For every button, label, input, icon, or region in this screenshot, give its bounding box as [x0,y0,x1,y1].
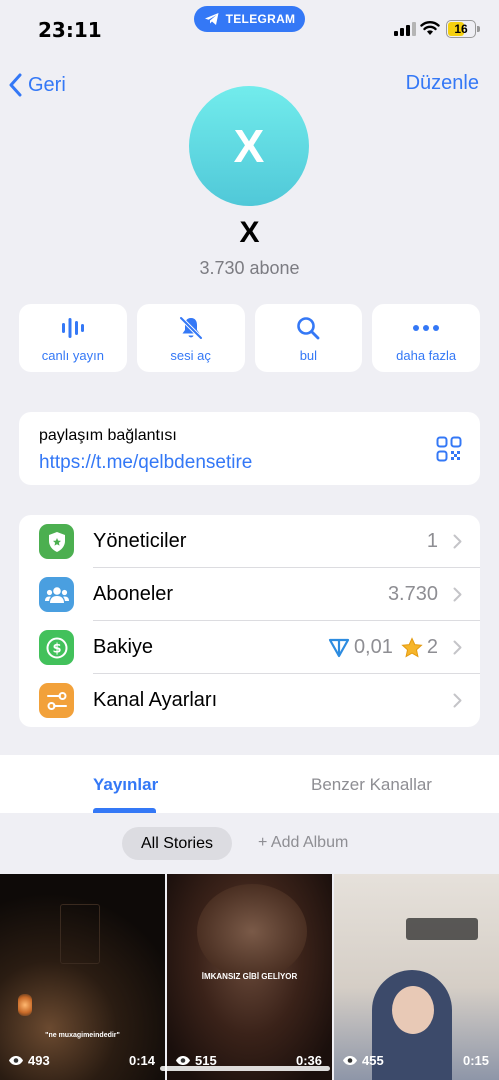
video-duration: 0:14 [128,1053,155,1068]
telegram-pill-label: TELEGRAM [225,12,296,26]
ton-balance: 0,01 [353,636,393,658]
battery-icon: 16 [446,20,480,38]
people-icon [39,577,74,612]
svg-text:$: $ [52,641,61,656]
back-label: Geri [28,73,66,96]
channel-avatar[interactable]: X [189,86,309,206]
video-duration: 0:15 [462,1053,489,1068]
media-grid: "ne muxagimeindedir" 493 0:14 İMKANSIZ G… [0,874,499,1080]
media-thumbnail[interactable]: "ne muxagimeindedir" 493 0:14 [0,874,165,1080]
menu-channel-settings[interactable]: Kanal Ayarları [19,674,480,727]
dollar-coin-icon: $ [39,630,74,665]
eye-icon [9,1056,23,1065]
media-thumbnail[interactable]: İMKANSIZ GİBİ GELİYOR 515 0:36 [167,874,332,1080]
balance-values: 0,01 2 [328,636,438,659]
battery-level: 16 [454,22,468,36]
add-album-button[interactable]: + Add Album [258,834,348,852]
status-bar: 23:11 TELEGRAM 16 [0,0,499,60]
share-link-url[interactable]: https://t.me/qelbdensetire [39,452,252,474]
action-buttons: canlı yayın sesi aç bul daha fazla [19,304,480,372]
home-indicator[interactable] [160,1066,330,1071]
tab-similar-channels[interactable]: Benzer Kanallar [311,775,432,795]
cellular-signal-icon [394,22,416,36]
media-thumbnail[interactable]: 455 0:15 [334,874,499,1080]
live-stream-icon [61,317,84,338]
live-stream-button[interactable]: canlı yayın [19,304,127,372]
wifi-icon [420,21,440,35]
star-icon [401,636,423,657]
more-label: daha fazla [396,347,457,363]
more-button[interactable]: daha fazla [372,304,480,372]
back-button[interactable]: Geri [8,70,66,100]
admins-label: Yöneticiler [93,530,187,552]
channel-name: X [239,216,260,249]
unmute-label: sesi aç [170,347,211,363]
search-icon [297,316,320,339]
chevron-right-icon [453,640,462,655]
admins-count: 1 [426,530,438,552]
more-icon [413,324,440,331]
channel-menu: Yöneticiler 1 Aboneler 3.730 $ Bakiye 0,… [19,515,480,727]
eye-icon [176,1056,190,1065]
subscribers-value: 3.730 [387,583,438,605]
all-stories-chip[interactable]: All Stories [122,827,232,860]
content-tabs: Yayınlar Benzer Kanallar [0,755,499,813]
stories-filter-bar: All Stories + Add Album [0,813,499,874]
subscriber-count: 3.730 abone [199,258,300,278]
status-time: 23:11 [38,18,102,42]
live-stream-label: canlı yayın [41,347,104,363]
chevron-right-icon [453,534,462,549]
tab-posts[interactable]: Yayınlar [93,775,158,795]
chevron-left-icon [9,73,22,97]
view-count: 493 [8,1053,50,1068]
search-label: bul [299,347,318,363]
chevron-right-icon [453,587,462,602]
menu-admins[interactable]: Yöneticiler 1 [19,515,480,568]
qr-code-icon[interactable] [436,436,462,462]
media-caption: İMKANSIZ GİBİ GELİYOR [201,972,298,981]
admin-shield-icon [39,524,74,559]
stars-balance: 2 [426,636,438,658]
media-caption: "ne muxagimeindedir" [45,1032,120,1039]
telegram-pill[interactable]: TELEGRAM [194,6,305,32]
balance-label: Bakiye [93,636,154,658]
channel-settings-label: Kanal Ayarları [93,689,218,711]
view-count-value: 455 [362,1053,384,1068]
bell-muted-icon [179,316,203,339]
share-link-card: paylaşım bağlantısı https://t.me/qelbden… [19,412,480,485]
unmute-button[interactable]: sesi aç [136,304,245,372]
menu-balance[interactable]: $ Bakiye 0,01 2 [19,621,480,674]
view-count: 455 [342,1053,384,1068]
telegram-icon [204,13,219,25]
menu-subscribers[interactable]: Aboneler 3.730 [19,568,480,621]
edit-button[interactable]: Düzenle [406,72,479,95]
subscribers-label: Aboneler [93,583,174,605]
chevron-right-icon [453,693,462,708]
search-button[interactable]: bul [254,304,363,372]
share-link-label: paylaşım bağlantısı [39,427,177,444]
settings-toggle-icon [39,683,74,718]
eye-icon [343,1056,357,1065]
ton-icon [328,638,350,657]
view-count-value: 493 [28,1053,50,1068]
